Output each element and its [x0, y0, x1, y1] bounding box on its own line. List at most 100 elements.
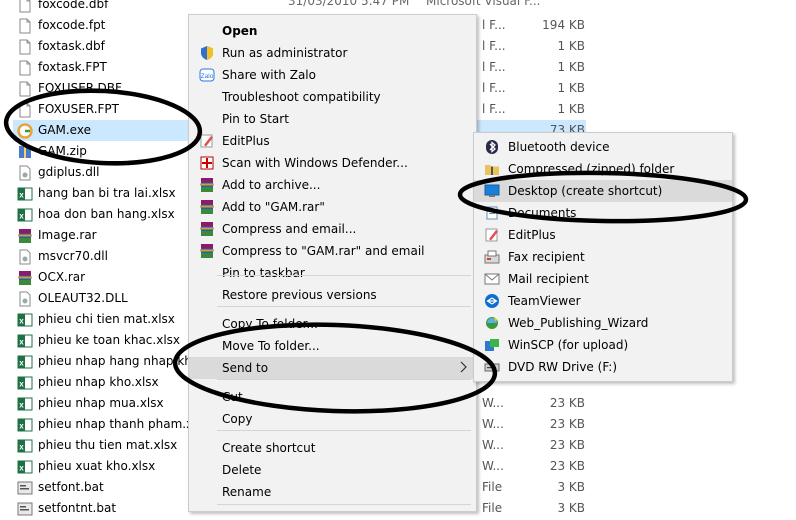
winscp-icon	[484, 337, 500, 353]
excel-icon: x	[17, 333, 33, 349]
menu-item-label: Send to	[222, 361, 269, 375]
file-name: GAM.zip	[38, 144, 87, 158]
menu-item-send-to[interactable]: Send to	[189, 357, 476, 379]
dvd-drive-icon	[484, 359, 500, 375]
winrar-icon	[199, 221, 215, 237]
send-to-item-editplus[interactable]: EditPlus	[474, 224, 732, 246]
send-to-item-compressed-zipped-folder[interactable]: Compressed (zipped) folder	[474, 158, 732, 180]
send-to-item-web-publishing-wizard[interactable]: Web_Publishing_Wizard	[474, 312, 732, 334]
file-row[interactable]: foxcode.dbf	[0, 0, 600, 15]
send-to-item-fax-recipient[interactable]: Fax recipient	[474, 246, 732, 268]
shield-icon	[199, 45, 215, 61]
app-g-icon	[17, 123, 33, 139]
file-size: 3 KB	[557, 480, 585, 494]
chevron-right-icon	[459, 361, 467, 376]
zip-icon	[17, 144, 32, 160]
send-to-item-bluetooth-device[interactable]: Bluetooth device	[474, 136, 732, 158]
editplus-icon	[484, 227, 500, 243]
svg-text:x: x	[19, 317, 24, 326]
menu-item-move-to-folder[interactable]: Move To folder...	[189, 335, 476, 357]
blank-file-icon	[17, 102, 32, 118]
menu-separator	[217, 275, 471, 276]
file-size: 3 KB	[557, 501, 585, 515]
menu-item-label: Scan with Windows Defender...	[222, 156, 408, 170]
send-to-item-label: Bluetooth device	[508, 140, 610, 154]
menu-item-add-to-archive[interactable]: Add to archive...	[189, 174, 476, 196]
svg-text:x: x	[19, 338, 24, 347]
menu-item-label: Compress and email...	[222, 222, 357, 236]
send-to-item-documents[interactable]: Documents	[474, 202, 732, 224]
send-to-item-teamviewer[interactable]: TeamViewer	[474, 290, 732, 312]
menu-item-compress-to-gam-rar-and-email[interactable]: Compress to "GAM.rar" and email	[189, 240, 476, 262]
file-name: phieu nhap hang nhap kha	[38, 354, 200, 368]
menu-item-label: Add to "GAM.rar"	[222, 200, 325, 214]
menu-item-delete[interactable]: Delete	[189, 459, 476, 481]
svg-text:Zalo: Zalo	[201, 73, 214, 80]
dll-icon	[17, 165, 32, 181]
file-name: foxtask.FPT	[38, 60, 107, 74]
send-to-item-label: Documents	[508, 206, 577, 220]
menu-item-restore-previous-versions[interactable]: Restore previous versions	[189, 284, 476, 306]
menu-item-copy-to-folder[interactable]: Copy To folder...	[189, 313, 476, 335]
desktop-icon	[484, 183, 500, 199]
file-name: phieu nhap kho.xlsx	[38, 375, 159, 389]
svg-text:x: x	[19, 422, 24, 431]
menu-item-pin-to-taskbar[interactable]: Pin to taskbar	[189, 262, 476, 284]
send-to-item-mail-recipient[interactable]: Mail recipient	[474, 268, 732, 290]
svg-text:x: x	[19, 443, 24, 452]
menu-item-open[interactable]: Open	[189, 20, 476, 42]
menu-item-rename[interactable]: Rename	[189, 481, 476, 503]
menu-item-cut[interactable]: Cut	[189, 386, 476, 408]
menu-item-add-to-gam-rar[interactable]: Add to "GAM.rar"	[189, 196, 476, 218]
menu-item-share-with-zalo[interactable]: Zalo Share with Zalo	[189, 64, 476, 86]
svg-text:x: x	[19, 212, 24, 221]
excel-icon: x	[17, 417, 33, 433]
menu-item-copy[interactable]: Copy	[189, 408, 476, 430]
blank-file-icon	[17, 60, 32, 76]
menu-item-pin-to-start[interactable]: Pin to Start	[189, 108, 476, 130]
defender-icon	[199, 155, 215, 171]
excel-icon: x	[17, 207, 33, 223]
file-name: GAM.exe	[38, 123, 91, 137]
menu-item-label: Troubleshoot compatibility	[222, 90, 381, 104]
bat-icon	[17, 501, 33, 517]
file-size: 1 KB	[557, 39, 585, 53]
menu-item-label: Move To folder...	[222, 339, 320, 353]
rar-icon	[17, 270, 32, 286]
menu-item-create-shortcut[interactable]: Create shortcut	[189, 437, 476, 459]
zip-folder-icon	[484, 161, 500, 177]
winrar-icon	[199, 199, 215, 215]
zalo-icon: Zalo	[199, 67, 215, 83]
menu-item-scan-with-windows-defender[interactable]: Scan with Windows Defender...	[189, 152, 476, 174]
menu-item-label: Run as administrator	[222, 46, 348, 60]
file-name: OLEAUT32.DLL	[38, 291, 128, 305]
file-name: hang ban bi tra lai.xlsx	[38, 186, 176, 200]
excel-icon: x	[17, 459, 33, 475]
excel-icon: x	[17, 438, 33, 454]
menu-item-label: Copy	[222, 412, 253, 426]
menu-item-compress-and-email[interactable]: Compress and email...	[189, 218, 476, 240]
menu-item-run-as-administrator[interactable]: Run as administrator	[189, 42, 476, 64]
menu-item-editplus[interactable]: EditPlus	[189, 130, 476, 152]
bluetooth-icon	[484, 139, 500, 155]
excel-icon: x	[17, 312, 33, 328]
excel-icon: x	[17, 354, 33, 370]
send-to-item-desktop-create-shortcut[interactable]: Desktop (create shortcut)	[474, 180, 732, 202]
svg-text:x: x	[19, 401, 24, 410]
file-name: phieu thu tien mat.xlsx	[38, 438, 178, 452]
menu-item-label: Add to archive...	[222, 178, 321, 192]
file-name: FOXUSER.DBF	[38, 81, 122, 95]
file-size: 194 KB	[542, 18, 585, 32]
file-name: OCX.rar	[38, 270, 86, 284]
menu-item-troubleshoot-compatibility[interactable]: Troubleshoot compatibility	[189, 86, 476, 108]
send-to-item-dvd-rw-drive-f[interactable]: DVD RW Drive (F:)	[474, 356, 732, 378]
send-to-item-label: Mail recipient	[508, 272, 589, 286]
menu-item-label: Restore previous versions	[222, 288, 377, 302]
menu-separator	[217, 430, 471, 431]
fax-icon	[484, 249, 500, 265]
blank-file-icon	[17, 81, 32, 97]
file-name: setfontnt.bat	[38, 501, 117, 515]
svg-text:x: x	[19, 359, 24, 368]
documents-icon	[484, 205, 500, 221]
send-to-item-winscp-for-upload[interactable]: WinSCP (for upload)	[474, 334, 732, 356]
